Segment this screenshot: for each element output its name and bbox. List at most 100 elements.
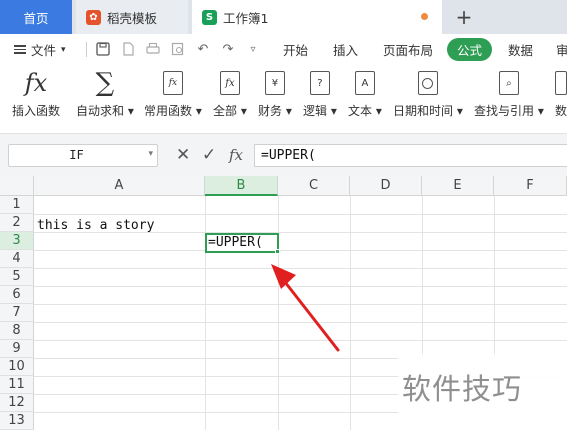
row-header[interactable]: 10 bbox=[0, 358, 34, 376]
lookup-icon: ⌕ bbox=[498, 71, 519, 95]
row-header[interactable]: 5 bbox=[0, 268, 34, 286]
gridline bbox=[34, 340, 567, 341]
customize-chevron-icon[interactable]: ▿ bbox=[245, 41, 261, 57]
common-functions-button[interactable]: fx 常用函数 ▾ bbox=[144, 68, 202, 119]
print-preview-icon[interactable] bbox=[170, 41, 186, 57]
lookup-reference-button[interactable]: ⌕ 查找与引用 ▾ bbox=[474, 68, 544, 119]
logic-icon: ? bbox=[309, 71, 330, 95]
watermark: 软件技巧 bbox=[398, 354, 567, 430]
tab-bar: 首页 ✿ 稻壳模板 S 工作簿1 + bbox=[0, 0, 567, 34]
add-tab-icon[interactable]: + bbox=[452, 5, 476, 29]
chevron-down-icon: ▾ bbox=[61, 44, 66, 55]
watermark-text: 软件技巧 bbox=[402, 372, 523, 406]
cancel-icon[interactable]: ✕ bbox=[176, 145, 190, 165]
formula-input-value: =UPPER( bbox=[261, 148, 316, 163]
name-box[interactable]: IF ▾ bbox=[8, 144, 158, 167]
cell-a2[interactable]: this is a story bbox=[37, 218, 154, 233]
select-all-corner[interactable] bbox=[0, 176, 34, 196]
row-header[interactable]: 13 bbox=[0, 412, 34, 430]
all-functions-label: 全部 bbox=[213, 104, 238, 118]
gridline bbox=[34, 286, 567, 287]
gridline bbox=[34, 322, 567, 323]
insert-function-button[interactable]: fx 插入函数 bbox=[12, 68, 60, 119]
unsaved-dot-icon bbox=[421, 13, 428, 20]
column-header[interactable]: F bbox=[494, 176, 567, 196]
autosum-label: 自动求和 bbox=[76, 104, 125, 118]
text-functions-label: 文本 bbox=[348, 104, 373, 118]
print-icon[interactable] bbox=[145, 41, 161, 57]
common-functions-label: 常用函数 bbox=[144, 104, 193, 118]
row-header[interactable]: 6 bbox=[0, 286, 34, 304]
tab-workbook-label: 工作簿1 bbox=[223, 10, 269, 26]
column-header[interactable]: D bbox=[350, 176, 422, 196]
lookup-reference-label: 查找与引用 bbox=[474, 104, 535, 118]
confirm-icon[interactable]: ✓ bbox=[202, 145, 216, 165]
row-header[interactable]: 2 bbox=[0, 214, 34, 232]
tab-data[interactable]: 数据 bbox=[508, 40, 533, 59]
finance-button[interactable]: ¥ 财务 ▾ bbox=[258, 68, 292, 119]
row-header[interactable]: 4 bbox=[0, 250, 34, 268]
math-button[interactable]: 数 bbox=[555, 68, 567, 119]
redo-icon[interactable]: ↷ bbox=[220, 41, 236, 57]
file-menu-button[interactable]: 文件 ▾ bbox=[14, 40, 66, 59]
file-menu-label: 文件 bbox=[31, 43, 57, 58]
hamburger-icon bbox=[14, 43, 26, 56]
fx-icon[interactable]: fx bbox=[229, 146, 243, 164]
tab-home-label: 首页 bbox=[23, 10, 49, 26]
column-header[interactable]: E bbox=[422, 176, 494, 196]
tab-workbook[interactable]: S 工作簿1 bbox=[192, 0, 442, 34]
row-header[interactable]: 3 bbox=[0, 232, 34, 250]
cell-b3-value: =UPPER( bbox=[208, 235, 263, 250]
tab-start[interactable]: 开始 bbox=[283, 40, 308, 59]
text-icon: A bbox=[354, 71, 375, 95]
row-header[interactable]: 7 bbox=[0, 304, 34, 322]
column-header[interactable]: B bbox=[205, 176, 278, 196]
row-header[interactable]: 1 bbox=[0, 196, 34, 214]
tab-templates[interactable]: ✿ 稻壳模板 bbox=[76, 0, 188, 34]
gridline bbox=[34, 304, 567, 305]
sigma-icon: ∑ bbox=[95, 68, 115, 98]
math-icon bbox=[555, 71, 567, 95]
finance-icon: ¥ bbox=[264, 71, 285, 95]
chevron-down-icon[interactable]: ▾ bbox=[148, 149, 153, 159]
name-box-value: IF bbox=[69, 148, 84, 162]
star-function-icon: fx bbox=[162, 71, 183, 95]
all-functions-button[interactable]: fx 全部 ▾ bbox=[213, 68, 247, 119]
row-header[interactable]: 12 bbox=[0, 394, 34, 412]
clock-icon bbox=[417, 71, 438, 95]
function-icon: fx bbox=[219, 71, 240, 95]
date-time-button[interactable]: 日期和时间 ▾ bbox=[393, 68, 463, 119]
undo-icon[interactable]: ↶ bbox=[195, 41, 211, 57]
row-header[interactable]: 11 bbox=[0, 376, 34, 394]
row-header[interactable]: 8 bbox=[0, 322, 34, 340]
tab-page-layout[interactable]: 页面布局 bbox=[383, 40, 433, 59]
menu-bar: 文件 ▾ ↶ ↷ ▿ 开始 插入 页面布局 公式 数据 审 bbox=[0, 34, 567, 64]
active-cell-b3[interactable]: =UPPER( bbox=[205, 233, 279, 253]
gridline bbox=[34, 214, 567, 215]
gridline bbox=[34, 268, 567, 269]
export-pdf-icon[interactable] bbox=[120, 41, 136, 57]
autosum-button[interactable]: ∑ 自动求和 ▾ bbox=[76, 68, 134, 119]
tab-formulas[interactable]: 公式 bbox=[447, 38, 493, 61]
tab-templates-label: 稻壳模板 bbox=[107, 10, 158, 26]
tab-insert[interactable]: 插入 bbox=[333, 40, 358, 59]
tab-review[interactable]: 审 bbox=[556, 40, 567, 59]
date-time-label: 日期和时间 bbox=[393, 104, 454, 118]
text-functions-button[interactable]: A 文本 ▾ bbox=[348, 68, 382, 119]
formula-input[interactable]: =UPPER( bbox=[254, 144, 567, 167]
tab-home[interactable]: 首页 bbox=[0, 0, 72, 34]
insert-function-label: 插入函数 bbox=[12, 104, 61, 118]
finance-label: 财务 bbox=[258, 104, 283, 118]
gridline bbox=[34, 250, 567, 251]
logic-button[interactable]: ? 逻辑 ▾ bbox=[303, 68, 337, 119]
row-header[interactable]: 9 bbox=[0, 340, 34, 358]
spreadsheet-logo-icon: S bbox=[202, 9, 217, 25]
column-header[interactable]: C bbox=[278, 176, 350, 196]
fill-handle[interactable] bbox=[275, 249, 280, 254]
math-label: 数 bbox=[555, 104, 567, 118]
save-icon[interactable] bbox=[95, 41, 111, 57]
formula-bar: IF ▾ ✕ ✓ fx =UPPER( bbox=[0, 134, 567, 176]
ribbon: fx 插入函数 ∑ 自动求和 ▾ fx 常用函数 ▾ fx 全部 ▾ ¥ 财务 … bbox=[0, 64, 567, 134]
fx-icon: fx bbox=[24, 69, 48, 97]
column-header[interactable]: A bbox=[34, 176, 205, 196]
